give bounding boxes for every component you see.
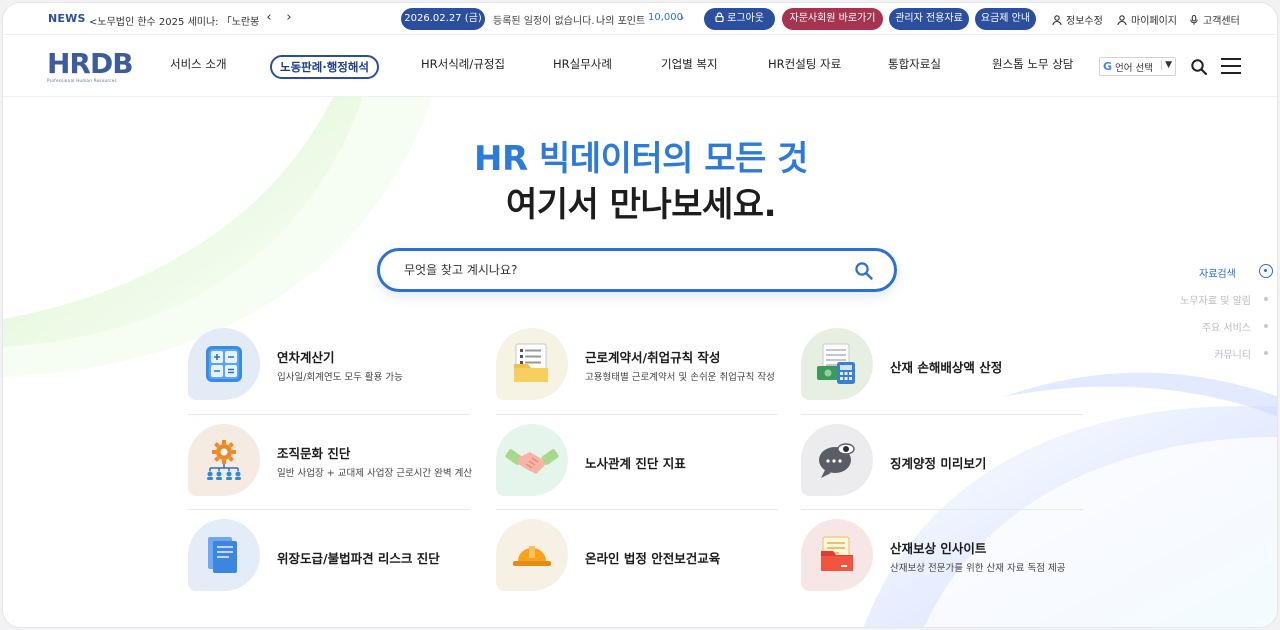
grid-divider xyxy=(496,509,778,510)
main-search-input[interactable] xyxy=(404,260,824,280)
grid-divider xyxy=(801,509,1083,510)
grid-divider xyxy=(801,414,1083,415)
service-annual-leave-calculator[interactable]: 연차계산기 입사일/회계연도 모두 활용 가능 xyxy=(188,328,470,420)
google-icon: G xyxy=(1103,60,1113,73)
service-org-culture-diagnosis[interactable]: 조직문화 진단 일반 사업장 + 교대제 사업장 근로시간 완벽 계산 xyxy=(188,424,473,516)
microphone-icon xyxy=(1190,14,1198,25)
nav-hr-forms[interactable]: HR서식례/규정집 xyxy=(421,56,505,72)
service-title: 연차계산기 xyxy=(277,350,335,365)
date-badge: 2026.02.27 (금) xyxy=(401,8,485,30)
logout-label: 로그아웃 xyxy=(727,13,764,24)
point-label: 나의 포인트 xyxy=(596,16,646,27)
search-icon[interactable] xyxy=(1190,58,1208,76)
customer-center-link[interactable]: 고객센터 xyxy=(1189,12,1240,27)
service-contract-rules-writer[interactable]: 근로계약서/취업규칙 작성 고용형태별 근로계약서 및 손쉬운 취업규칙 작성 xyxy=(496,328,778,420)
service-disguised-contract-risk[interactable]: 위장도급/불법파견 리스크 진단 xyxy=(188,519,470,611)
admin-materials-button[interactable]: 관리자 전용자료 xyxy=(889,8,969,30)
nav-onestop-consult[interactable]: 원스톱 노무 상담 xyxy=(992,56,1073,72)
grid-divider xyxy=(496,414,778,415)
news-prev-button[interactable]: ‹ xyxy=(261,9,277,27)
news-ticker[interactable]: <노무법인 한수 2025 세미나: 「노란봉투… xyxy=(89,13,259,28)
logout-button[interactable]: 로그아웃 xyxy=(704,8,775,30)
side-nav-labor-notices[interactable]: 노무자료 및 알림 xyxy=(1153,292,1251,307)
side-nav-main-services[interactable]: 주요 서비스 xyxy=(1153,319,1251,334)
customer-center-label: 고객센터 xyxy=(1203,16,1240,27)
pricing-button[interactable]: 요금제 안내 xyxy=(975,8,1036,30)
side-nav-data-search[interactable]: 자료검색 xyxy=(1199,265,1251,280)
side-nav-community[interactable]: 커뮤니티 xyxy=(1153,346,1251,361)
hrdb-logo[interactable]: HRDB Professional Human Resources xyxy=(47,47,134,85)
service-title: 온라인 법정 안전보건교육 xyxy=(585,551,721,566)
grid-divider xyxy=(188,414,470,415)
red-folder-icon xyxy=(801,519,873,591)
user-icon xyxy=(1117,14,1127,25)
service-online-safety-education[interactable]: 온라인 법정 안전보건교육 xyxy=(496,519,778,611)
side-nav-dot[interactable] xyxy=(1264,297,1268,301)
nav-hr-practice[interactable]: HR실무사례 xyxy=(553,56,612,72)
news-next-button[interactable]: › xyxy=(281,9,297,27)
service-title: 징계양정 미리보기 xyxy=(890,456,987,471)
service-title: 위장도급/불법파견 리스크 진단 xyxy=(277,551,440,566)
news-label: NEWS xyxy=(48,12,86,25)
side-nav-dot[interactable] xyxy=(1264,351,1268,355)
service-discipline-preview[interactable]: 징계양정 미리보기 xyxy=(801,424,1083,516)
search-icon[interactable] xyxy=(854,261,874,281)
nav-hr-consulting[interactable]: HR컨설팅 자료 xyxy=(768,56,841,72)
service-title: 근로계약서/취업규칙 작성 xyxy=(585,350,721,365)
side-nav-dot[interactable] xyxy=(1264,324,1268,328)
language-select[interactable]: G 언어 선택 ▼ xyxy=(1099,57,1176,76)
language-select-label: 언어 선택 xyxy=(1115,62,1154,74)
lock-icon xyxy=(715,12,724,23)
hero-title-line1: HR 빅데이터의 모든 것 xyxy=(474,139,808,179)
service-desc: 산재보상 전문가를 위한 산재 자료 독점 제공 xyxy=(890,563,1066,574)
point-value[interactable]: 10,000 xyxy=(648,12,683,23)
edit-profile-link[interactable]: 정보수정 xyxy=(1052,12,1103,27)
edit-profile-label: 정보수정 xyxy=(1066,16,1103,27)
service-title: 산재보상 인사이트 xyxy=(890,541,987,556)
service-title: 노사관계 진단 지표 xyxy=(585,456,686,471)
service-industrial-comp-insight[interactable]: 산재보상 인사이트 산재보상 전문가를 위한 산재 자료 독점 제공 xyxy=(801,519,1083,611)
caret-down-icon: ▼ xyxy=(1161,60,1172,70)
logo-text: HRDB xyxy=(47,47,134,80)
service-industrial-damages[interactable]: 산재 손해배상액 산정 xyxy=(801,328,1083,420)
document-folder-icon xyxy=(496,328,568,400)
main-search-box xyxy=(377,248,897,292)
side-nav-active-dot[interactable] xyxy=(1259,264,1273,278)
service-labor-relations-index[interactable]: 노사관계 진단 지표 xyxy=(496,424,778,516)
main-header: HRDB Professional Human Resources 서비스 소개… xyxy=(3,35,1277,97)
browser-page: NEWS <노무법인 한수 2025 세미나: 「노란봉투… ‹ › 2026.… xyxy=(2,2,1278,628)
grid-divider xyxy=(188,509,470,510)
top-utility-bar: NEWS <노무법인 한수 2025 세미나: 「노란봉투… ‹ › 2026.… xyxy=(3,3,1277,35)
schedule-text: 등록된 일정이 없습니다. xyxy=(493,16,595,27)
service-title: 산재 손해배상액 산정 xyxy=(890,360,1003,375)
service-desc: 고용형태별 근로계약서 및 손쉬운 취업규칙 작성 xyxy=(585,372,775,383)
handshake-icon xyxy=(496,424,568,496)
nav-company-welfare[interactable]: 기업별 복지 xyxy=(661,56,718,72)
speech-eye-icon xyxy=(801,424,873,496)
service-title: 조직문화 진단 xyxy=(277,446,351,461)
documents-stack-icon xyxy=(188,519,260,591)
calculator-icon xyxy=(188,328,260,400)
hamburger-menu-icon[interactable] xyxy=(1221,58,1241,74)
hero-title-line2: 여기서 만나보세요. xyxy=(506,185,777,225)
nav-service-intro[interactable]: 서비스 소개 xyxy=(170,56,227,72)
safety-helmet-icon xyxy=(496,519,568,591)
chevron-right-icon[interactable]: › xyxy=(680,11,684,24)
my-page-label: 마이페이지 xyxy=(1131,16,1177,27)
nav-labor-cases[interactable]: 노동판례·행정해석 xyxy=(270,55,380,79)
service-desc: 입사일/회계연도 모두 활용 가능 xyxy=(277,372,403,383)
gear-org-icon xyxy=(188,424,260,496)
user-icon xyxy=(1052,14,1062,25)
advisory-member-button[interactable]: 자문사회원 바로가기 xyxy=(782,8,883,30)
my-page-link[interactable]: 마이페이지 xyxy=(1117,12,1177,27)
nav-integrated-archive[interactable]: 통합자료실 xyxy=(888,56,941,72)
money-calculator-icon xyxy=(801,328,873,400)
service-desc: 일반 사업장 + 교대제 사업장 근로시간 완벽 계산 xyxy=(277,468,473,479)
